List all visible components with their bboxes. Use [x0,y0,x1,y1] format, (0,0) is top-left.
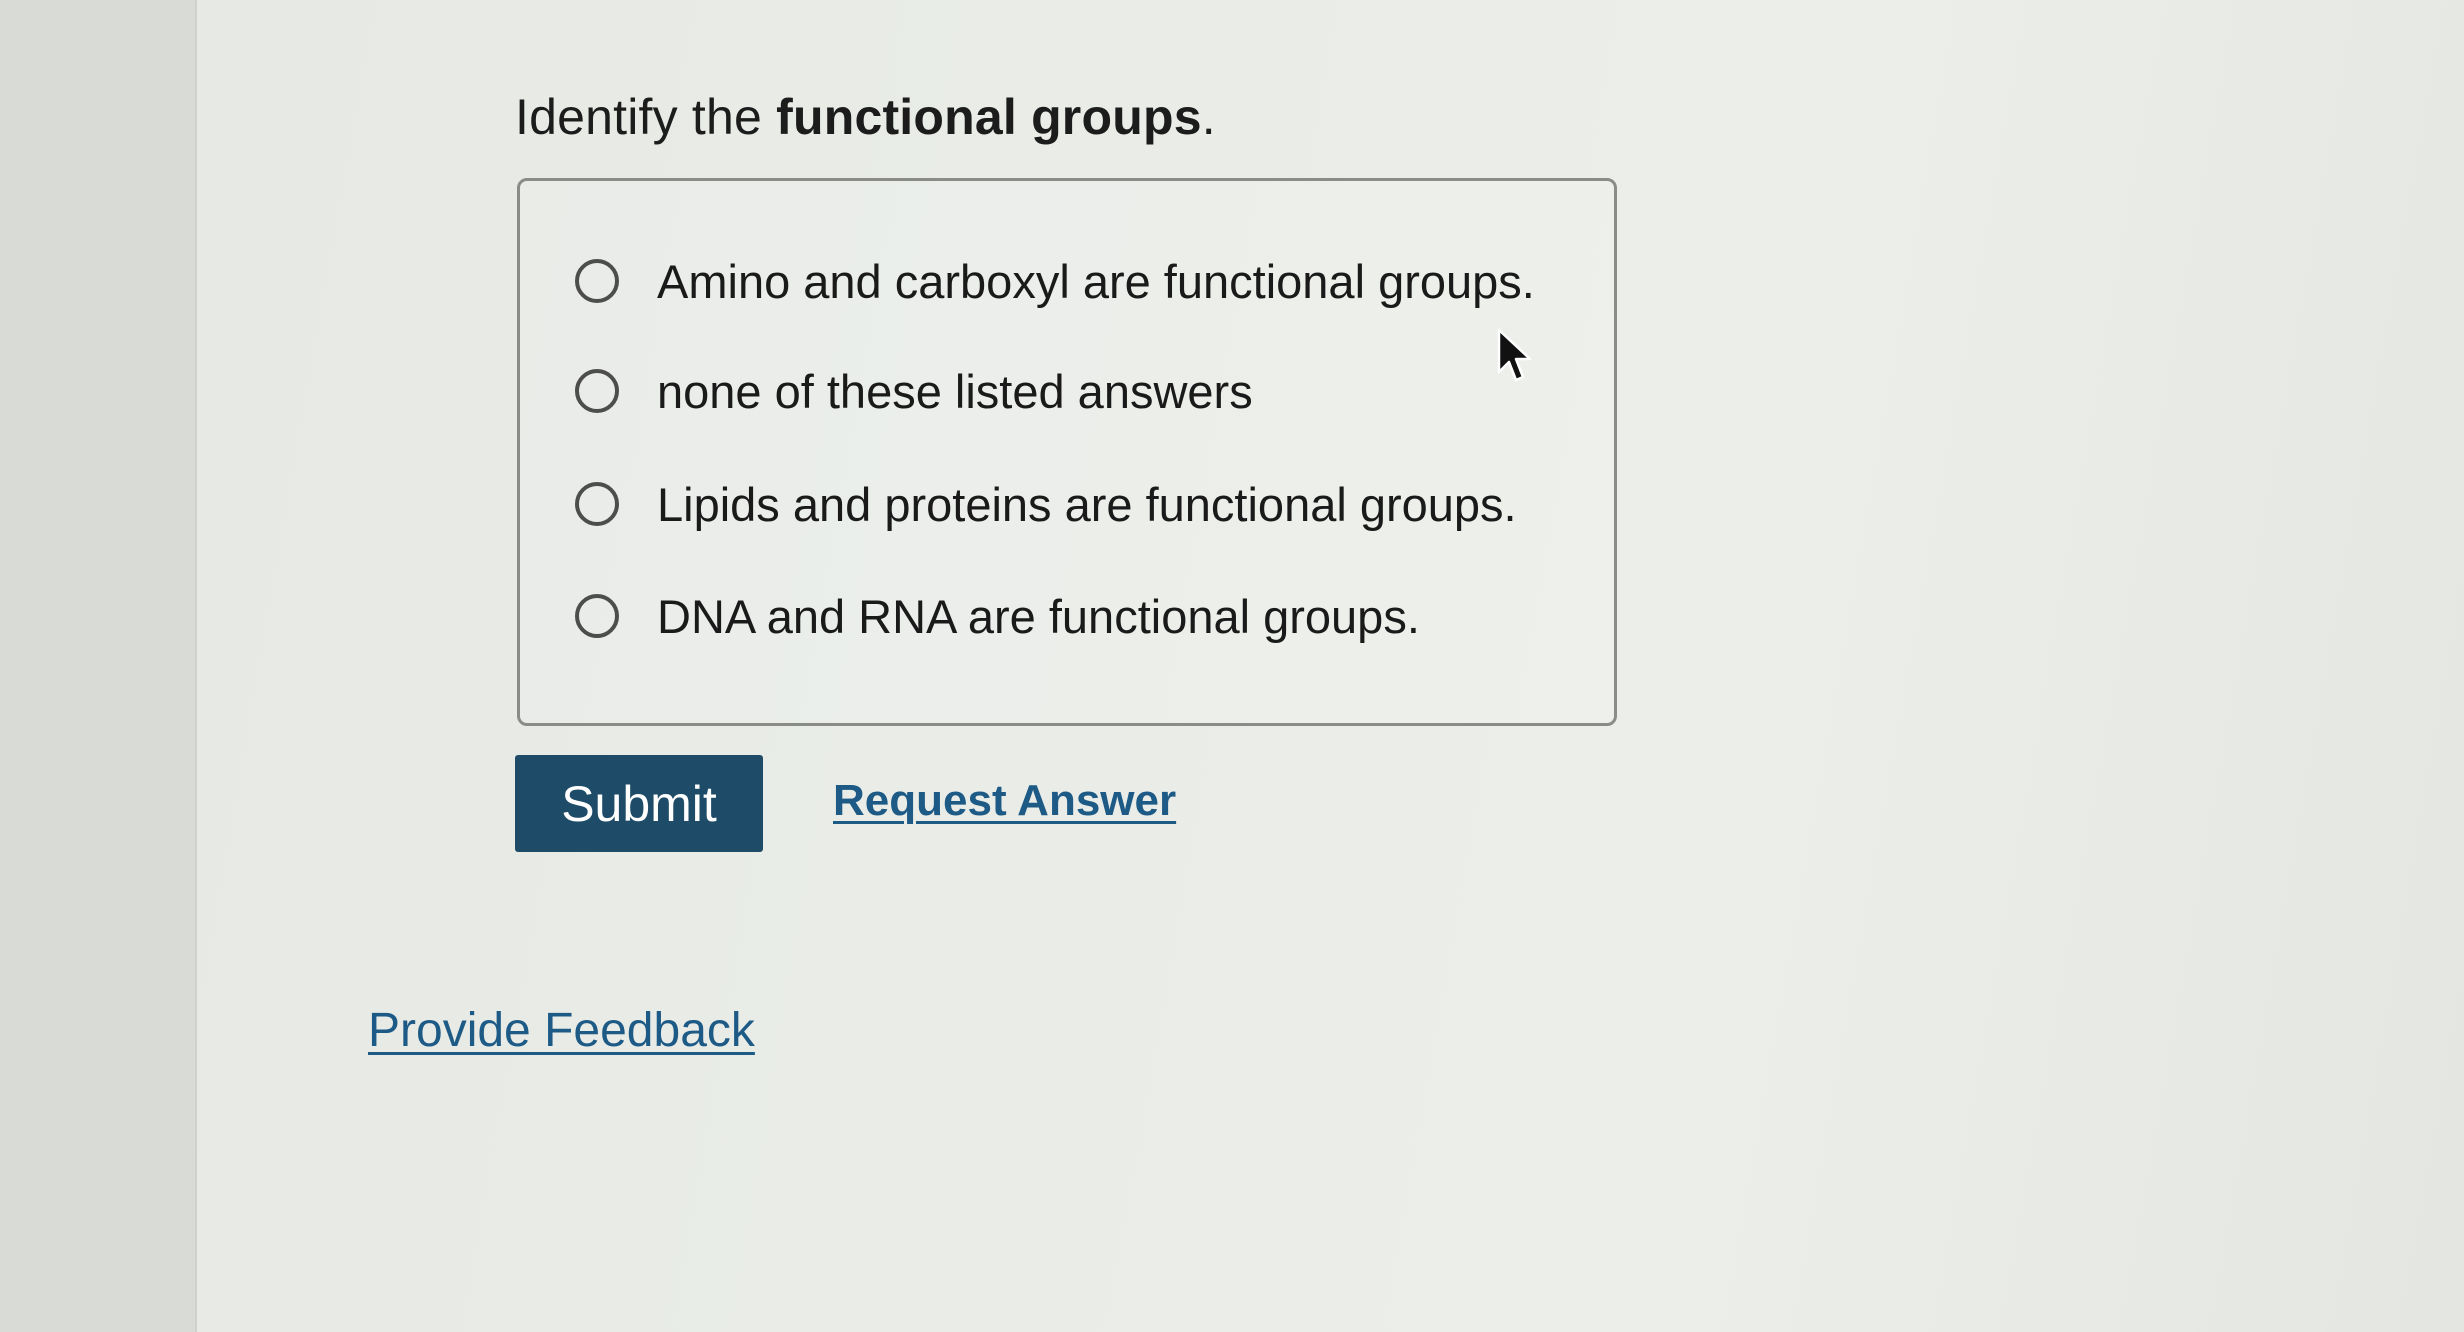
answer-option-1[interactable]: Amino and carboxyl are functional groups… [575,246,1535,316]
answer-option-4[interactable]: DNA and RNA are functional groups. [575,581,1420,651]
provide-feedback-link[interactable]: Provide Feedback [368,1003,755,1058]
radio-unchecked-icon[interactable] [575,482,619,526]
request-answer-link[interactable]: Request Answer [833,776,1176,826]
radio-unchecked-icon[interactable] [575,369,619,413]
answer-option-3[interactable]: Lipids and proteins are functional group… [575,469,1517,539]
option-label: Lipids and proteins are functional group… [657,477,1517,531]
question-prefix: Identify the [515,89,777,145]
submit-button[interactable]: Submit [515,755,763,852]
mouse-pointer-icon [1497,328,1532,382]
question-emphasis: functional groups [776,89,1202,145]
radio-unchecked-icon[interactable] [575,259,619,303]
option-label: none of these listed answers [657,364,1253,418]
question-suffix: . [1201,89,1216,145]
question-prompt: Identify the functional groups. [515,88,1216,146]
option-label: Amino and carboxyl are functional groups… [657,254,1535,308]
left-gutter [0,0,197,1332]
option-label: DNA and RNA are functional groups. [657,589,1420,643]
answer-option-2[interactable]: none of these listed answers [575,356,1253,426]
radio-unchecked-icon[interactable] [575,594,619,638]
answer-options-group: Amino and carboxyl are functional groups… [517,178,1617,726]
